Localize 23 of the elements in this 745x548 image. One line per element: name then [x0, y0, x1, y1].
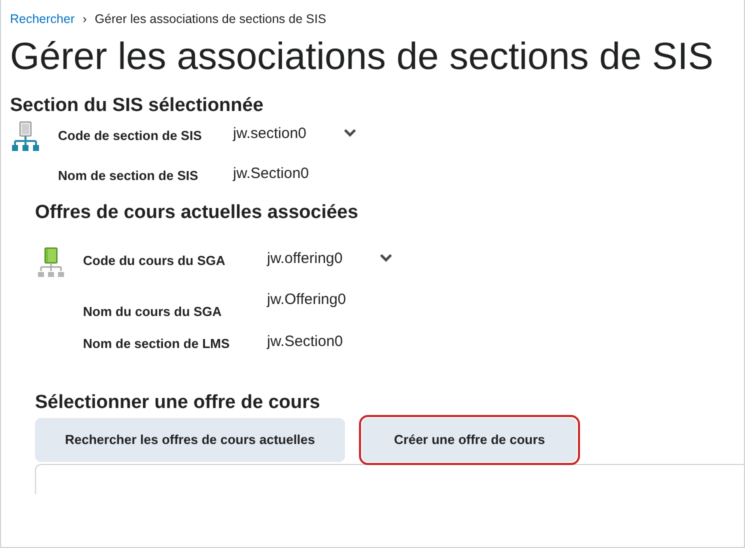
field-value: jw.Section0 [267, 332, 344, 352]
chevron-down-icon[interactable] [379, 253, 393, 264]
field-label: Nom de section de LMS [83, 335, 231, 354]
field-label: Code de section de SIS [58, 126, 203, 145]
field-label: Nom du cours du SGA [83, 302, 223, 321]
breadcrumb-link[interactable]: Rechercher [10, 10, 75, 29]
field-value: jw.Section0 [233, 164, 310, 184]
section-heading: Sélectionner une offre de cours [35, 392, 322, 414]
field-label: Nom de section de SIS [58, 167, 200, 186]
field-value: jw.offering0 [267, 249, 344, 270]
field-value: jw.section0 [233, 124, 308, 144]
breadcrumb-current: Gérer les associations de sections de SIS [94, 11, 326, 28]
section-heading: Section du SIS sélectionnée [10, 94, 264, 118]
page-title: Gérer les associations de sections de SIS [10, 36, 714, 79]
field-value: jw.Offering0 [267, 290, 347, 310]
tab-button[interactable]: Rechercher les offres de cours actuelles [35, 418, 346, 462]
chevron-down-icon[interactable] [343, 128, 357, 138]
hierarchy-icon [10, 121, 42, 154]
section-heading: Offres de cours actuelles associées [35, 202, 360, 225]
field-label: Code du cours du SGA [83, 252, 226, 270]
tab-button[interactable]: Créer une offre de cours [362, 418, 578, 462]
breadcrumb-separator: › [82, 11, 87, 28]
book-hierarchy-icon [35, 246, 67, 279]
